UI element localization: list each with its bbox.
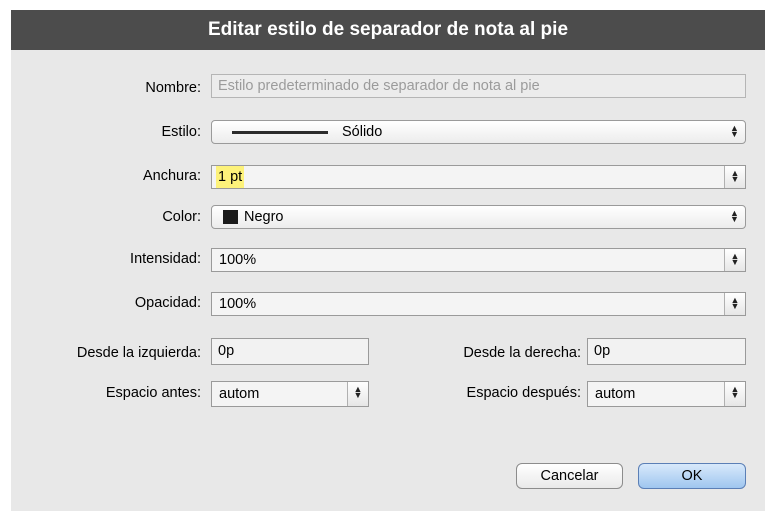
- opacity-label: Opacidad:: [134, 295, 201, 311]
- left-offset-label: Desde la izquierda:: [76, 345, 201, 361]
- ok-button[interactable]: OK: [638, 463, 746, 489]
- chevron-updown-icon: ▲ ▼: [730, 208, 739, 224]
- space-before-value[interactable]: autom: [219, 382, 259, 406]
- space-after-combo[interactable]: autom ▲ ▼: [587, 381, 746, 407]
- space-after-value[interactable]: autom: [595, 382, 635, 406]
- right-offset-field[interactable]: 0p: [587, 338, 746, 365]
- color-swatch: [223, 210, 238, 224]
- edit-footnote-separator-dialog: Editar estilo de separador de nota al pi…: [11, 10, 765, 511]
- space-before-stepper-icon[interactable]: ▲ ▼: [347, 382, 368, 406]
- width-combo[interactable]: 1 pt ▲ ▼: [211, 165, 746, 189]
- solid-line-sample: [232, 131, 328, 134]
- opacity-combo[interactable]: 100% ▲ ▼: [211, 292, 746, 316]
- space-after-stepper-icon[interactable]: ▲ ▼: [724, 382, 745, 406]
- style-select[interactable]: Sólido ▲ ▼: [211, 120, 746, 144]
- intensity-value[interactable]: 100%: [219, 249, 256, 271]
- opacity-stepper-icon[interactable]: ▲ ▼: [724, 293, 745, 315]
- right-offset-label: Desde la derecha:: [463, 345, 581, 361]
- space-before-label: Espacio antes:: [105, 385, 201, 401]
- width-value[interactable]: 1 pt: [216, 166, 245, 188]
- opacity-value[interactable]: 100%: [219, 293, 256, 315]
- intensity-label: Intensidad:: [130, 251, 201, 267]
- intensity-combo[interactable]: 100% ▲ ▼: [211, 248, 746, 272]
- width-label: Anchura:: [142, 168, 201, 184]
- chevron-updown-icon: ▲ ▼: [730, 123, 739, 139]
- color-value: Negro: [244, 209, 284, 225]
- width-stepper-icon[interactable]: ▲ ▼: [724, 166, 745, 188]
- name-field: Estilo predeterminado de separador de no…: [211, 74, 746, 98]
- style-value: Sólido: [342, 124, 383, 140]
- style-label: Estilo:: [161, 124, 202, 140]
- cancel-button[interactable]: Cancelar: [516, 463, 623, 489]
- intensity-stepper-icon[interactable]: ▲ ▼: [724, 249, 745, 271]
- space-before-combo[interactable]: autom ▲ ▼: [211, 381, 369, 407]
- name-label: Nombre:: [145, 80, 201, 96]
- left-offset-field[interactable]: 0p: [211, 338, 369, 365]
- dialog-title: Editar estilo de separador de nota al pi…: [11, 10, 765, 50]
- space-after-label: Espacio después:: [466, 385, 581, 401]
- color-label: Color:: [162, 209, 201, 225]
- color-select[interactable]: Negro ▲ ▼: [211, 205, 746, 229]
